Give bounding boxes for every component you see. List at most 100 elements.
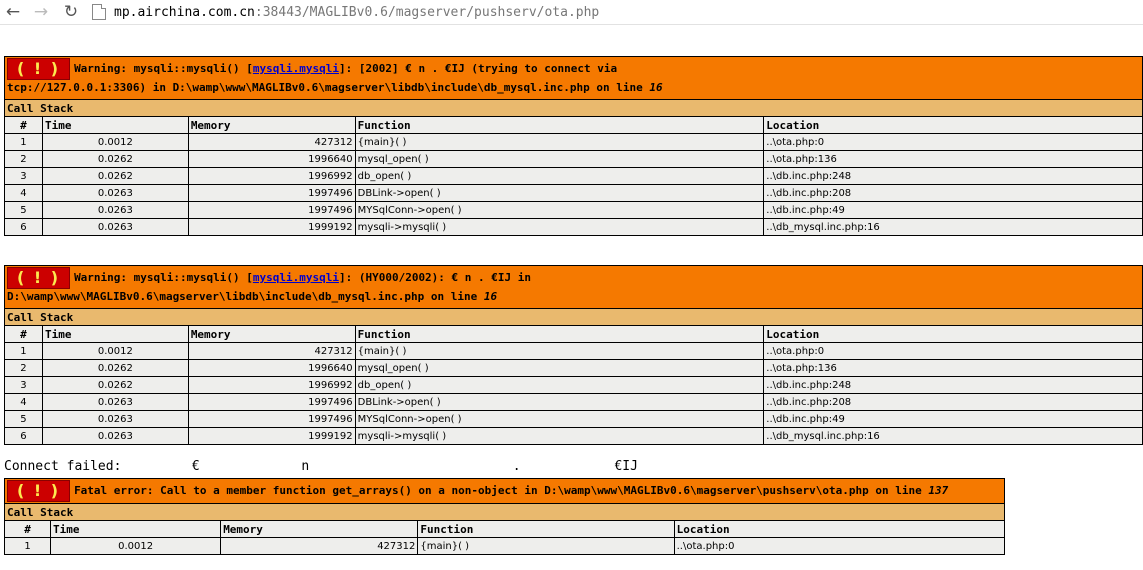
page-icon — [92, 4, 106, 20]
stack-location: ..\ota.php:136 — [763, 150, 1143, 168]
stack-index: 1 — [4, 133, 43, 151]
stack-index: 3 — [4, 167, 43, 185]
call-stack-title: Call Stack — [4, 503, 1005, 521]
stack-memory: 1997496 — [187, 393, 356, 411]
stack-function: mysql_open( ) — [354, 359, 765, 377]
stack-function: mysql_open( ) — [354, 150, 765, 168]
stack-location: ..\db.inc.php:208 — [763, 393, 1143, 411]
stack-location: ..\ota.php:136 — [763, 359, 1143, 377]
col-header-time: Time — [41, 116, 189, 134]
stack-time: 0.0263 — [41, 218, 189, 236]
xdebug-warning-block-2: ( ! ) Warning: mysqli::mysqli() [mysqli.m… — [4, 265, 1143, 445]
stack-index: 6 — [4, 218, 43, 236]
stack-location: ..\ota.php:0 — [673, 537, 1006, 555]
error-message: ( ! ) Warning: mysqli::mysqli() [mysqli.m… — [4, 265, 1143, 309]
table-row: 1 0.0012 427312 {main}( ) ..\ota.php:0 — [4, 133, 1143, 151]
stack-location: ..\db.inc.php:49 — [763, 410, 1143, 428]
stack-function: mysqli->mysqli( ) — [354, 427, 765, 445]
stack-memory: 427312 — [187, 133, 356, 151]
col-header-index: # — [3, 520, 52, 538]
stack-function: DBLink->open( ) — [354, 393, 765, 411]
stack-function: DBLink->open( ) — [354, 184, 765, 202]
doc-link-mysqli[interactable]: mysqli.mysqli — [253, 62, 339, 75]
error-bang-icon: ( ! ) — [7, 480, 71, 502]
stack-time: 0.0262 — [41, 150, 189, 168]
stack-location: ..\db_mysql.inc.php:16 — [763, 427, 1143, 445]
error-bang-icon: ( ! ) — [7, 267, 71, 289]
col-header-memory: Memory — [187, 325, 356, 343]
table-row: 2 0.0262 1996640 mysql_open( ) ..\ota.php:13… — [4, 359, 1143, 377]
table-row: 2 0.0262 1996640 mysql_open( ) ..\ota.php:13… — [4, 150, 1143, 168]
stack-memory: 1997496 — [187, 184, 356, 202]
col-header-location: Location — [763, 325, 1143, 343]
col-header-time: Time — [50, 520, 222, 538]
stack-time: 0.0262 — [41, 376, 189, 394]
table-row: 3 0.0262 1996992 db_open( ) ..\db.inc.php:24… — [4, 167, 1143, 185]
error-message: ( ! ) Warning: mysqli::mysqli() [mysqli.m… — [4, 56, 1143, 100]
browser-toolbar: ← → ↻ mp.airchina.com.cn:38443/MAGLIBv0.… — [0, 0, 1143, 25]
stack-function: {main}( ) — [354, 342, 765, 360]
col-header-time: Time — [41, 325, 189, 343]
stack-index: 6 — [4, 427, 43, 445]
back-arrow-icon[interactable]: ← — [2, 2, 24, 22]
stack-time: 0.0263 — [41, 184, 189, 202]
stack-memory: 1997496 — [187, 201, 356, 219]
table-row: 6 0.0263 1999192 mysqli->mysqli( ) ..\db_mys… — [4, 218, 1143, 236]
table-row: 4 0.0263 1997496 DBLink->open( ) ..\db.inc.p… — [4, 393, 1143, 411]
xdebug-fatal-error-block: ( ! ) Fatal error: Call to a member funct… — [3, 478, 1006, 555]
stack-memory: 1999192 — [187, 427, 356, 445]
stack-memory: 427312 — [187, 342, 356, 360]
col-header-location: Location — [763, 116, 1143, 134]
col-header-function: Function — [354, 116, 765, 134]
call-stack-title: Call Stack — [4, 308, 1143, 326]
stack-location: ..\db.inc.php:49 — [763, 201, 1143, 219]
stack-time: 0.0012 — [50, 537, 222, 555]
stack-function: MYSqlConn->open( ) — [354, 410, 765, 428]
error-bang-icon: ( ! ) — [7, 58, 71, 80]
stack-location: ..\ota.php:0 — [763, 133, 1143, 151]
stack-index: 2 — [4, 150, 43, 168]
stack-location: ..\db.inc.php:248 — [763, 376, 1143, 394]
doc-link-mysqli[interactable]: mysqli.mysqli — [253, 271, 339, 284]
stack-location: ..\db.inc.php:208 — [763, 184, 1143, 202]
stack-memory: 1996640 — [187, 150, 356, 168]
stack-location: ..\db.inc.php:248 — [763, 167, 1143, 185]
xdebug-warning-block-1: ( ! ) Warning: mysqli::mysqli() [mysqli.m… — [4, 56, 1143, 236]
stack-location: ..\db_mysql.inc.php:16 — [763, 218, 1143, 236]
reload-icon[interactable]: ↻ — [60, 2, 82, 22]
table-row: 5 0.0263 1997496 MYSqlConn->open( ) ..\db.in… — [4, 201, 1143, 219]
stack-time: 0.0262 — [41, 167, 189, 185]
col-header-location: Location — [673, 520, 1006, 538]
stack-memory: 1997496 — [187, 410, 356, 428]
stack-index: 5 — [4, 201, 43, 219]
stack-function: db_open( ) — [354, 167, 765, 185]
stack-index: 4 — [4, 393, 43, 411]
url-host: mp.airchina.com.cn — [114, 4, 255, 20]
table-row: 5 0.0263 1997496 MYSqlConn->open( ) ..\db.in… — [4, 410, 1143, 428]
col-header-index: # — [4, 325, 43, 343]
call-stack-title: Call Stack — [4, 99, 1143, 117]
stack-time: 0.0262 — [41, 359, 189, 377]
stack-time: 0.0012 — [41, 342, 189, 360]
stack-index: 1 — [3, 537, 52, 555]
stack-function: MYSqlConn->open( ) — [354, 201, 765, 219]
col-header-function: Function — [354, 325, 765, 343]
address-bar[interactable]: mp.airchina.com.cn:38443/MAGLIBv0.6/mags… — [86, 2, 1143, 22]
col-header-index: # — [4, 116, 43, 134]
stack-memory: 1996992 — [187, 167, 356, 185]
table-row: 4 0.0263 1997496 DBLink->open( ) ..\db.inc.p… — [4, 184, 1143, 202]
connect-failed-message: Connect failed: € n . €IJ — [4, 459, 638, 474]
stack-time: 0.0012 — [41, 133, 189, 151]
col-header-function: Function — [417, 520, 675, 538]
stack-time: 0.0263 — [41, 410, 189, 428]
stack-memory: 1996992 — [187, 376, 356, 394]
stack-function: db_open( ) — [354, 376, 765, 394]
table-row: 6 0.0263 1999192 mysqli->mysqli( ) ..\db_mys… — [4, 427, 1143, 445]
stack-index: 5 — [4, 410, 43, 428]
stack-time: 0.0263 — [41, 427, 189, 445]
forward-arrow-icon[interactable]: → — [30, 2, 52, 22]
stack-memory: 1996640 — [187, 359, 356, 377]
stack-function: mysqli->mysqli( ) — [354, 218, 765, 236]
table-row: 3 0.0262 1996992 db_open( ) ..\db.inc.php:24… — [4, 376, 1143, 394]
stack-function: {main}( ) — [354, 133, 765, 151]
